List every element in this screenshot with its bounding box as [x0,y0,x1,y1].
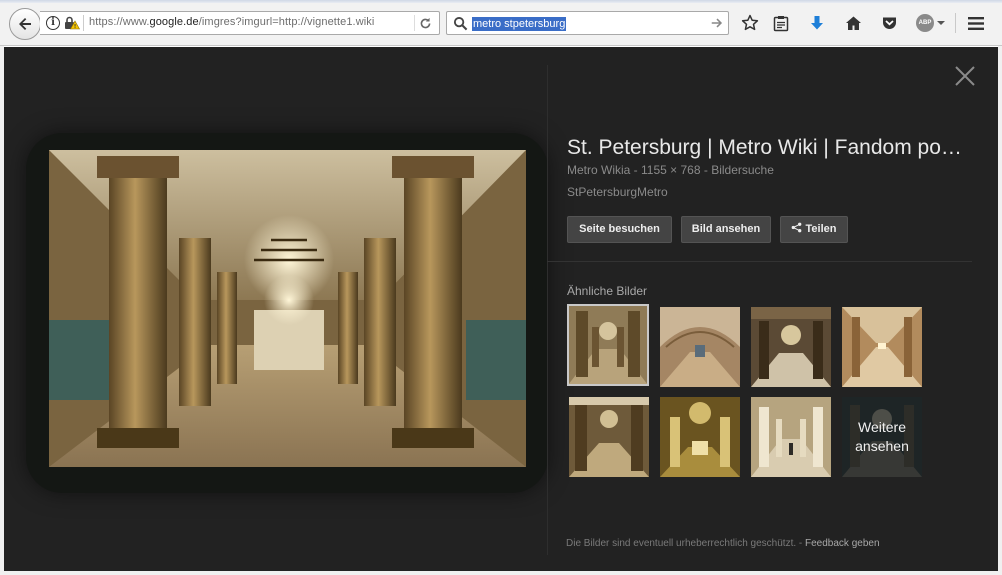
copyright-footer: Die Bilder sind eventuell urheberrechtli… [566,538,880,549]
similar-image-thumb[interactable] [751,397,831,477]
meta-separator: - [700,163,712,177]
reload-button[interactable] [414,15,436,31]
hamburger-menu-icon [968,16,984,30]
arrow-right-icon[interactable] [710,16,724,30]
window-frame [0,571,1002,575]
lock-warning-icon[interactable] [64,15,80,31]
thumbnail-image [660,307,740,387]
similar-image-thumb[interactable] [660,397,740,477]
home-icon [845,16,861,30]
meta-separator: - [630,163,642,177]
menu-button[interactable] [966,13,986,33]
similar-image-thumb[interactable] [751,307,831,387]
share-icon [792,222,802,233]
reading-list-button[interactable] [771,13,791,33]
window-frame [0,46,4,575]
section-divider [547,261,972,262]
downloads-button[interactable] [807,13,827,33]
feedback-link[interactable]: Feedback geben [805,538,880,549]
back-button[interactable] [9,8,41,40]
reload-icon [420,17,431,28]
image-dimensions: 1155 × 768 [641,163,701,177]
home-button[interactable] [843,13,863,33]
thumbnail-image [660,397,740,477]
toolbar-divider [955,13,956,33]
url-separator [83,15,84,31]
panel-divider [547,65,548,555]
adblock-icon[interactable]: ABP [916,14,934,32]
url-prefix: https://www. [89,16,150,28]
url-text[interactable]: https://www.google.de/imgres?imgurl=http… [89,16,374,28]
metro-station-image [49,150,526,467]
url-domain: google.de [149,16,199,28]
bookmark-star-button[interactable] [740,13,760,33]
more-images-line1: Weitere [858,419,906,435]
browser-toolbar: i https://www.google.de/imgres?imgurl=ht… [0,0,1002,46]
image-subtitle: StPetersburgMetro [567,185,668,199]
thumbnail-image [568,305,648,385]
star-icon [741,14,759,31]
pocket-icon [882,17,896,29]
share-button[interactable]: Teilen [780,216,848,243]
similar-image-thumb[interactable] [842,307,922,387]
image-title[interactable]: St. Petersburg | Metro Wiki | Fandom pow… [567,136,962,160]
download-arrow-icon [811,16,823,30]
window-frame [998,46,1002,575]
image-viewer-panel: St. Petersburg | Metro Wiki | Fandom pow… [4,47,998,571]
thumbnail-image [751,397,831,477]
main-image[interactable] [49,150,526,467]
footer-separator: - [796,538,806,549]
copyright-notice: Die Bilder sind eventuell urheberrechtli… [566,538,797,549]
clipboard-icon [773,15,789,31]
similar-images-label: Ähnliche Bilder [567,284,648,298]
search-bar[interactable]: metro stpetersburg [446,11,729,35]
image-meta: Metro Wikia - 1155 × 768 - Bildersuche [567,163,774,177]
similar-image-thumb[interactable] [567,304,649,386]
pocket-button[interactable] [879,13,899,33]
thumbnail-image [751,307,831,387]
dropdown-arrow-icon[interactable] [937,21,945,25]
thumbnail-image [842,307,922,387]
back-arrow-icon [19,18,31,30]
close-icon[interactable] [954,65,976,87]
url-bar[interactable]: i https://www.google.de/imgres?imgurl=ht… [40,11,440,35]
more-images-label: Weitere ansehen [842,397,922,477]
similar-image-thumb[interactable] [569,397,649,477]
more-images-line2: ansehen [855,438,909,454]
view-image-button[interactable]: Bild ansehen [681,216,771,243]
info-icon[interactable]: i [46,16,60,30]
search-icon [453,16,468,31]
visit-page-button[interactable]: Seite besuchen [567,216,672,243]
url-path: /imgres?imgurl=http://vignette1.wiki [198,16,375,28]
more-images-button[interactable]: Weitere ansehen [842,397,922,477]
image-search-link[interactable]: Bildersuche [711,163,774,177]
image-source: Metro Wikia [567,163,631,177]
search-input[interactable]: metro stpetersburg [472,17,567,31]
share-label: Teilen [805,223,837,235]
similar-image-thumb[interactable] [660,307,740,387]
thumbnail-image [569,397,649,477]
